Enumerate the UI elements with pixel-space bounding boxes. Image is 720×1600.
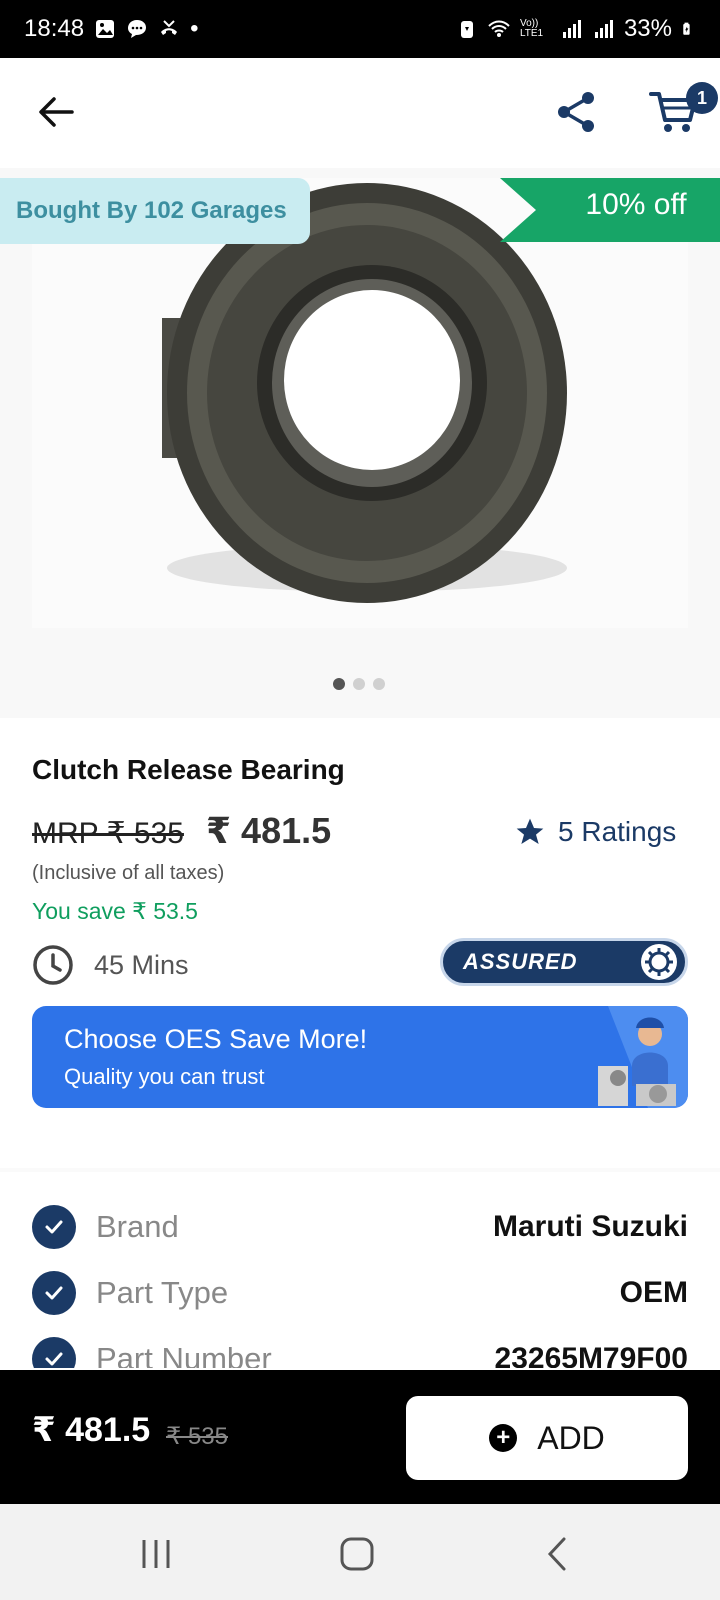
chat-icon (128, 20, 147, 38)
add-button-label: ADD (537, 1419, 605, 1456)
carousel-dot (333, 678, 345, 690)
signal-icon (562, 20, 581, 38)
bought-by-badge: Bought By 102 Garages (0, 178, 310, 244)
oes-promo-banner[interactable]: Choose OES Save More! Quality you can tr… (32, 1006, 688, 1108)
selling-price: ₹ 481.5 (206, 810, 332, 851)
oes-banner-subtitle: Quality you can trust (64, 1064, 265, 1089)
assured-label: ASSURED (463, 949, 578, 974)
recents-icon[interactable] (136, 1534, 176, 1574)
spec-row-brand: Brand Maruti Suzuki (32, 1202, 688, 1252)
ratings-link[interactable]: 5 Ratings (514, 816, 676, 848)
status-time: 18:48 (24, 15, 85, 42)
bottom-price: ₹ 481.5 (32, 1411, 151, 1449)
discount-label: 10% off (585, 188, 687, 221)
spec-label: Brand (96, 1209, 179, 1244)
ratings-count: 5 Ratings (558, 816, 677, 847)
signal-icon-2 (594, 20, 613, 38)
spec-row-part-type: Part Type OEM (32, 1268, 688, 1318)
clock-icon (33, 945, 73, 985)
cart-count-badge: 1 (686, 82, 718, 114)
spec-value: 23265M79F00 (494, 1342, 688, 1368)
spec-label: Part Number (96, 1341, 272, 1368)
mechanic-illustration (598, 1006, 688, 1108)
spec-value: Maruti Suzuki (492, 1210, 688, 1243)
carousel-dot (373, 678, 385, 690)
gallery-icon (96, 20, 115, 38)
battery-icon (683, 22, 690, 35)
status-bar: 18:48 • Vo)) LTE1 33% (0, 0, 720, 58)
share-icon[interactable] (552, 88, 600, 136)
star-icon (516, 818, 544, 844)
product-title: Clutch Release Bearing (32, 754, 345, 785)
missed-call-icon (161, 20, 178, 35)
gear-icon (641, 944, 677, 980)
status-bar-left: 18:48 • (24, 15, 198, 43)
carousel-dot (353, 678, 365, 690)
home-icon[interactable] (337, 1534, 377, 1574)
wifi-icon (488, 20, 510, 37)
spec-row-part-number: Part Number 23265M79F00 (32, 1334, 688, 1368)
check-icon (32, 1337, 76, 1368)
status-dot: • (190, 15, 199, 42)
bottom-mrp: ₹ 535 (166, 1423, 228, 1450)
check-icon (32, 1271, 76, 1315)
delivery-time-label: 45 Mins (94, 949, 189, 980)
product-image-carousel[interactable] (0, 168, 720, 718)
bottom-purchase-bar: ₹ 481.5 ₹ 535 + ADD (0, 1370, 720, 1504)
battery-level: 33% (623, 15, 672, 42)
delivery-time: 45 Mins (32, 944, 189, 986)
status-bar-right: Vo)) LTE1 33% (456, 15, 696, 43)
check-icon (32, 1205, 76, 1249)
savings-text: You save ₹ 53.5 (32, 898, 198, 924)
assured-badge: ASSURED (440, 938, 688, 986)
spec-label: Part Type (96, 1275, 229, 1310)
plus-icon: + (489, 1424, 518, 1452)
app-bar (0, 58, 720, 168)
battery-saver-icon (460, 21, 473, 38)
back-arrow-icon[interactable] (34, 90, 78, 134)
product-image (32, 178, 688, 628)
back-icon[interactable] (538, 1534, 578, 1574)
spec-value: OEM (619, 1276, 688, 1309)
carousel-indicator (333, 678, 385, 690)
tax-note: (Inclusive of all taxes) (32, 862, 225, 884)
specifications-list: Brand Maruti Suzuki Part Type OEM Part N… (0, 1172, 720, 1368)
network-type: Vo)) LTE1 (519, 18, 544, 39)
oes-banner-title: Choose OES Save More! (64, 1024, 368, 1054)
add-to-cart-button[interactable]: + ADD (406, 1396, 688, 1480)
mrp-price: MRP ₹ 535 (32, 817, 184, 850)
system-nav-bar (0, 1504, 720, 1600)
